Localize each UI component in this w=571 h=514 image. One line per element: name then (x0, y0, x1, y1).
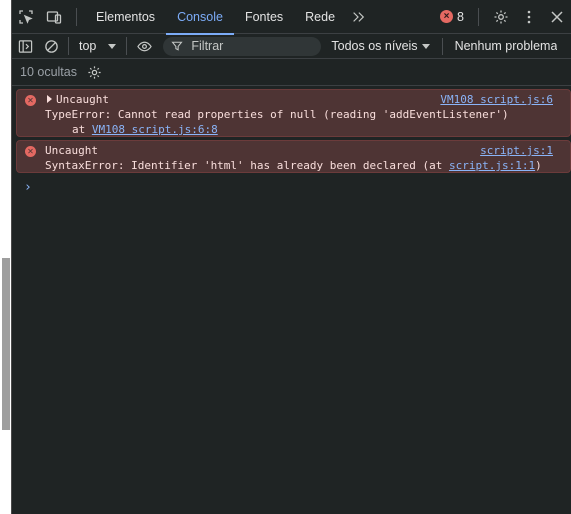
console-prompt[interactable]: › (24, 180, 32, 195)
message-header: ✕ Uncaught VM108 script.js:6 (17, 92, 570, 107)
message-title: Uncaught (56, 93, 109, 106)
devtools-tabbar: Elementos Console Fontes Rede × 8 (12, 0, 571, 35)
toolbar-divider (68, 37, 69, 55)
tab-rede[interactable]: Rede (294, 0, 346, 34)
message-suffix: ) (535, 159, 542, 172)
clear-console-icon[interactable] (38, 34, 64, 59)
page-viewport-strip (0, 0, 12, 514)
devtools-panel: Elementos Console Fontes Rede × 8 top Fi… (12, 0, 571, 514)
console-error-message[interactable]: ✕ Uncaught VM108 script.js:6 TypeError: … (16, 89, 571, 137)
sidebar-toggle-icon[interactable] (12, 34, 38, 59)
toolbar-divider (126, 37, 128, 55)
stack-link[interactable]: VM108 script.js:6:8 (92, 123, 218, 136)
source-link[interactable]: VM108 script.js:6 (440, 92, 553, 107)
tab-console[interactable]: Console (166, 0, 234, 35)
inspect-element-icon[interactable] (12, 0, 40, 34)
filter-placeholder: Filtrar (191, 39, 224, 53)
expand-triangle-icon[interactable] (47, 95, 52, 103)
error-count: 8 (457, 9, 464, 24)
toolbar-divider (478, 7, 479, 26)
stack-frame: at VM108 script.js:6:8 (17, 122, 570, 137)
console-error-message[interactable]: ✕ Uncaught script.js:1 SyntaxError: Iden… (16, 140, 571, 173)
message-title-wrap: Uncaught (47, 92, 109, 107)
hidden-messages-count: 10 ocultas (20, 65, 77, 79)
message-body: SyntaxError: Identifier 'html' has alrea… (17, 158, 570, 173)
message-text: SyntaxError: Identifier 'html' has alrea… (45, 159, 449, 172)
console-toolbar: top Filtrar Todos os níveis Nenhum probl… (12, 34, 571, 59)
console-settings-gear-icon[interactable] (87, 65, 102, 80)
source-link[interactable]: script.js:1 (480, 143, 553, 158)
log-levels-dropdown[interactable]: Todos os níveis (331, 39, 430, 53)
context-selector[interactable]: top (71, 39, 122, 53)
console-status-bar: 10 ocultas (12, 59, 571, 86)
message-header: ✕ Uncaught script.js:1 (17, 143, 570, 158)
filter-funnel-icon (171, 41, 183, 51)
toolbar-divider (76, 7, 77, 26)
log-levels-label: Todos os níveis (331, 39, 418, 53)
context-label: top (79, 39, 97, 53)
error-icon: ✕ (25, 95, 36, 106)
error-icon: ✕ (25, 146, 36, 157)
error-icon: × (440, 10, 454, 23)
stack-link[interactable]: script.js:1:1 (449, 159, 535, 172)
settings-gear-icon[interactable] (487, 0, 515, 34)
filter-input[interactable]: Filtrar (163, 36, 322, 56)
message-title: Uncaught (45, 144, 98, 157)
more-options-kebab-icon[interactable] (515, 0, 543, 34)
message-body: TypeError: Cannot read properties of nul… (45, 108, 509, 121)
device-toolbar-icon[interactable] (40, 0, 68, 34)
close-icon[interactable] (543, 0, 571, 34)
stack-prefix: at (72, 123, 92, 136)
chevron-down-icon (108, 43, 117, 49)
scrollbar-thumb[interactable] (2, 258, 10, 430)
tab-fontes[interactable]: Fontes (234, 0, 294, 34)
issues-button[interactable]: Nenhum problema (441, 37, 557, 55)
live-expression-eye-icon[interactable] (131, 34, 157, 59)
chevron-down-icon (421, 43, 430, 49)
more-tabs-chevron-icon[interactable] (346, 0, 370, 34)
tab-elementos[interactable]: Elementos (85, 0, 166, 34)
error-counter[interactable]: × 8 (434, 0, 470, 34)
